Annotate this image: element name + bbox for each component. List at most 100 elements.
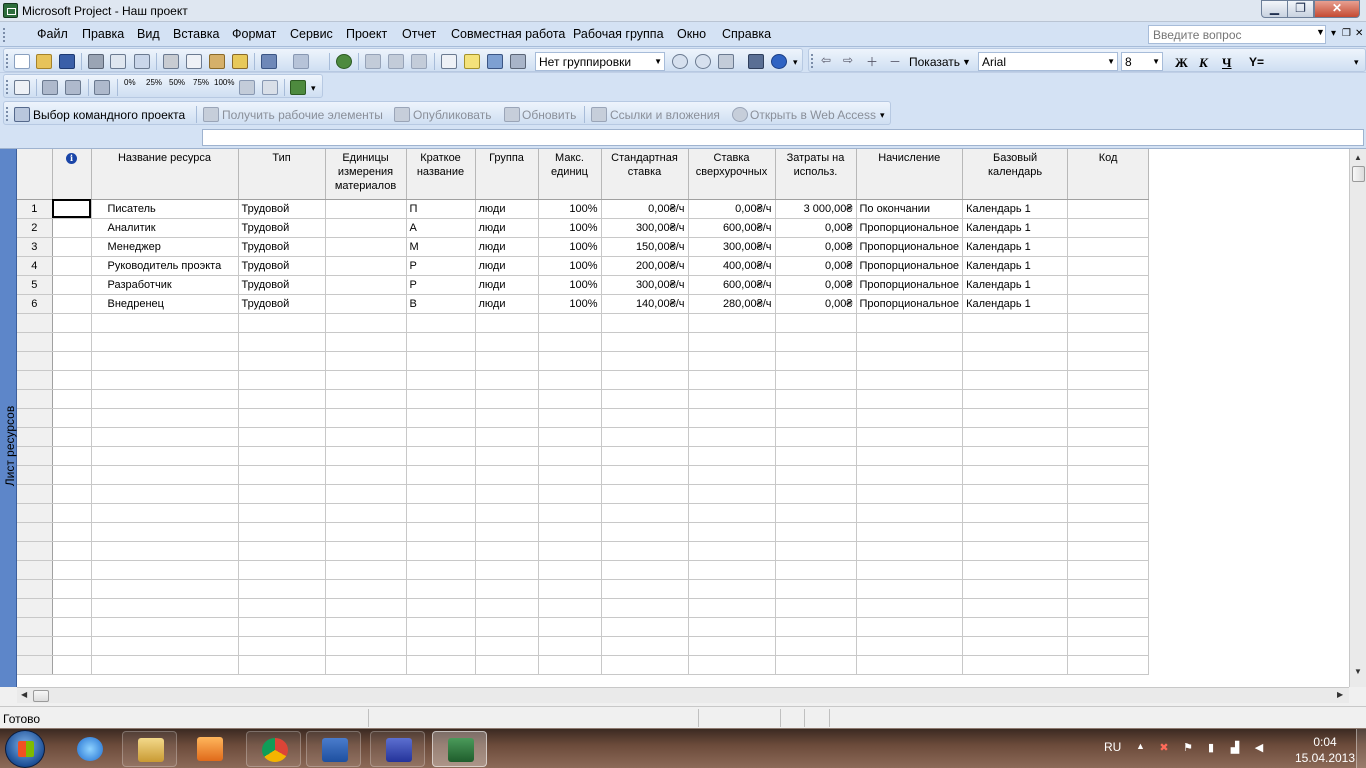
cell-group[interactable]: люди bbox=[475, 256, 539, 276]
cell-type[interactable]: Трудовой bbox=[238, 275, 326, 295]
cell-ovt-rate[interactable] bbox=[688, 408, 776, 428]
cell-cost-per-use[interactable]: 3 000,00₴ bbox=[775, 199, 857, 219]
col-header-name[interactable]: Название ресурса bbox=[91, 149, 239, 200]
cell-std-rate[interactable]: 140,00₴/ч bbox=[601, 294, 689, 314]
toolbar-grip[interactable] bbox=[6, 54, 9, 68]
cell-indicator[interactable] bbox=[52, 522, 92, 542]
help-icon[interactable] bbox=[771, 54, 787, 69]
cell-indicator[interactable] bbox=[52, 655, 92, 675]
cell-initials[interactable]: П bbox=[406, 199, 476, 219]
cell-code[interactable] bbox=[1067, 218, 1150, 238]
cell-cost-per-use[interactable] bbox=[775, 655, 857, 675]
toolbar-options-icon[interactable]: ▾ bbox=[793, 57, 798, 68]
cell-code[interactable] bbox=[1067, 484, 1150, 504]
menu-edit[interactable]: Правка bbox=[82, 27, 124, 41]
cell-base-calendar[interactable] bbox=[962, 579, 1069, 599]
cell-type[interactable] bbox=[238, 389, 326, 409]
scroll-right-icon[interactable]: ▶ bbox=[1337, 690, 1343, 699]
flag-icon[interactable]: ⚑ bbox=[1181, 742, 1195, 755]
cell-ovt-rate[interactable] bbox=[688, 313, 776, 333]
cell-max-units[interactable] bbox=[538, 598, 602, 618]
cell-name[interactable]: Аналитик bbox=[91, 218, 239, 238]
cell-ovt-rate[interactable] bbox=[688, 617, 776, 637]
cell-cost-per-use[interactable]: 0,00₴ bbox=[775, 237, 857, 257]
cell-material-label[interactable] bbox=[325, 408, 407, 428]
cell-std-rate[interactable] bbox=[601, 484, 689, 504]
cell-ovt-rate[interactable] bbox=[688, 579, 776, 599]
cell-ovt-rate[interactable] bbox=[688, 522, 776, 542]
redo-icon[interactable] bbox=[293, 54, 309, 69]
row-number[interactable] bbox=[17, 579, 53, 599]
cell-indicator[interactable] bbox=[52, 294, 92, 314]
maximize-button[interactable]: ❐ bbox=[1287, 0, 1314, 18]
scroll-left-icon[interactable]: ◀ bbox=[21, 690, 27, 699]
toolbar-options-icon[interactable]: ▾ bbox=[1354, 57, 1359, 68]
cell-group[interactable]: люди bbox=[475, 218, 539, 238]
cell-max-units[interactable] bbox=[538, 522, 602, 542]
taskbar-explorer[interactable] bbox=[122, 731, 177, 767]
add-progress-line-icon[interactable] bbox=[94, 80, 110, 95]
cell-std-rate[interactable] bbox=[601, 351, 689, 371]
cell-code[interactable] bbox=[1067, 237, 1150, 257]
row-number[interactable] bbox=[17, 598, 53, 618]
cell-group[interactable] bbox=[475, 408, 539, 428]
cell-initials[interactable] bbox=[406, 579, 476, 599]
cell-material-label[interactable] bbox=[325, 370, 407, 390]
cell-initials[interactable] bbox=[406, 541, 476, 561]
menu-collaborate[interactable]: Совместная работа bbox=[451, 27, 565, 41]
col-header-group[interactable]: Группа bbox=[475, 149, 539, 200]
cell-code[interactable] bbox=[1067, 503, 1150, 523]
cell-cost-per-use[interactable] bbox=[775, 560, 857, 580]
project-statistics-icon[interactable] bbox=[14, 80, 30, 95]
cell-accrue[interactable] bbox=[856, 370, 964, 390]
cell-base-calendar[interactable] bbox=[962, 598, 1069, 618]
scroll-down-icon[interactable]: ▼ bbox=[1351, 665, 1365, 679]
update-tasks-icon[interactable] bbox=[239, 80, 255, 95]
horizontal-scrollbar[interactable]: ◀ ▶ bbox=[17, 687, 1349, 703]
cell-type[interactable] bbox=[238, 427, 326, 447]
cell-std-rate[interactable] bbox=[601, 503, 689, 523]
cell-material-label[interactable] bbox=[325, 256, 407, 276]
cell-base-calendar[interactable] bbox=[962, 427, 1069, 447]
row-number[interactable] bbox=[17, 522, 53, 542]
cell-ovt-rate[interactable] bbox=[688, 560, 776, 580]
cell-base-calendar[interactable] bbox=[962, 503, 1069, 523]
cell-cost-per-use[interactable] bbox=[775, 503, 857, 523]
cell-group[interactable] bbox=[475, 503, 539, 523]
cell-indicator[interactable] bbox=[52, 237, 92, 257]
bold-button[interactable]: Ж bbox=[1175, 55, 1188, 71]
cell-group[interactable] bbox=[475, 446, 539, 466]
filter-button[interactable]: Y= bbox=[1249, 55, 1264, 69]
cell-accrue[interactable] bbox=[856, 541, 964, 561]
cell-std-rate[interactable] bbox=[601, 446, 689, 466]
open-folder-icon[interactable] bbox=[36, 54, 52, 69]
cell-std-rate[interactable] bbox=[601, 370, 689, 390]
cell-name[interactable] bbox=[91, 579, 239, 599]
cell-max-units[interactable] bbox=[538, 503, 602, 523]
scroll-to-task-icon[interactable] bbox=[718, 54, 734, 69]
cell-material-label[interactable] bbox=[325, 598, 407, 618]
cell-group[interactable] bbox=[475, 522, 539, 542]
cell-indicator[interactable] bbox=[52, 408, 92, 428]
cell-ovt-rate[interactable] bbox=[688, 332, 776, 352]
cell-cost-per-use[interactable]: 0,00₴ bbox=[775, 218, 857, 238]
clock-time[interactable]: 0:04 bbox=[1300, 735, 1350, 749]
cell-type[interactable] bbox=[238, 446, 326, 466]
open-web-access-button[interactable]: Открыть в Web Access bbox=[750, 108, 876, 122]
col-header-ovt-rate[interactable]: Ставка сверхурочных bbox=[688, 149, 776, 200]
cell-type[interactable] bbox=[238, 560, 326, 580]
cell-indicator[interactable] bbox=[52, 579, 92, 599]
volume-icon[interactable]: ◀ bbox=[1252, 742, 1266, 755]
cell-accrue[interactable] bbox=[856, 560, 964, 580]
pct-complete-75-button[interactable]: 75% bbox=[193, 78, 209, 87]
cell-initials[interactable] bbox=[406, 617, 476, 637]
row-number[interactable]: 1 bbox=[17, 199, 53, 219]
cell-base-calendar[interactable] bbox=[962, 636, 1069, 656]
toolbar-grip[interactable] bbox=[6, 80, 9, 94]
doc-restore-icon[interactable]: ❐ bbox=[1342, 28, 1351, 39]
cell-type[interactable] bbox=[238, 408, 326, 428]
cell-type[interactable] bbox=[238, 465, 326, 485]
publish-button[interactable]: Опубликовать bbox=[413, 108, 491, 122]
cell-initials[interactable] bbox=[406, 332, 476, 352]
cell-initials[interactable] bbox=[406, 389, 476, 409]
